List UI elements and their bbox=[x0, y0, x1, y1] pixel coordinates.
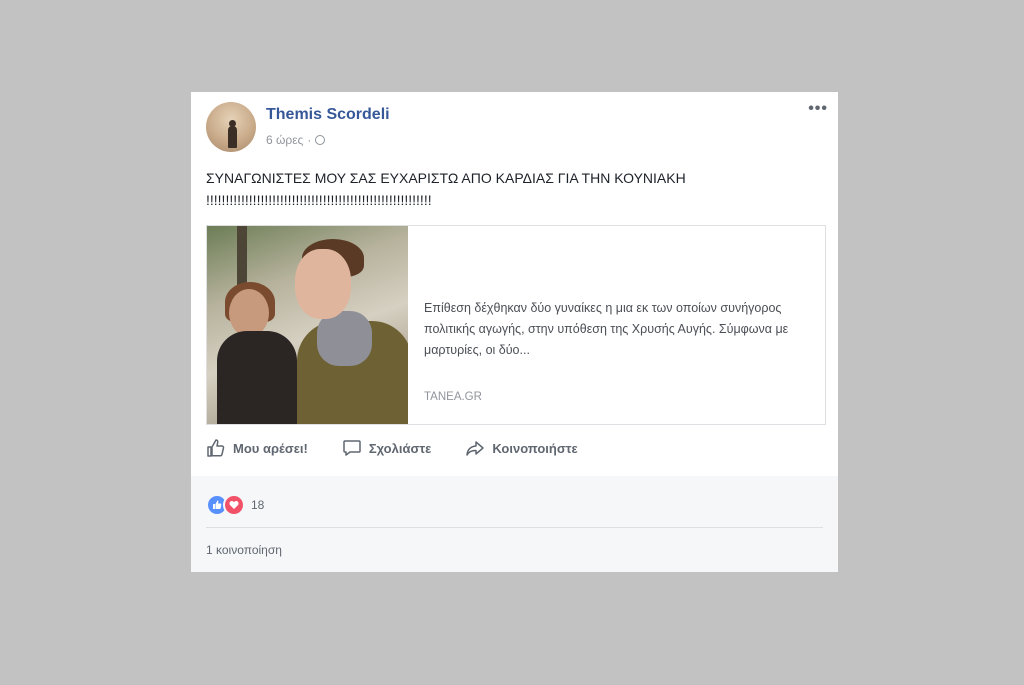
photo-person-1-face bbox=[229, 289, 269, 337]
link-preview[interactable]: Επίθεση δέχθηκαν δύο γυναίκες η μια εκ τ… bbox=[206, 225, 826, 425]
post-footer: 18 1 κοινοποίηση bbox=[191, 476, 838, 572]
thumbs-up-icon bbox=[207, 439, 225, 457]
post-meta: 6 ώρες · bbox=[266, 133, 326, 147]
meta-separator: · bbox=[307, 133, 312, 147]
comment-label: Σχολιάστε bbox=[368, 440, 432, 456]
author-name[interactable]: Themis Scordeli bbox=[266, 106, 390, 124]
post-text: ΣΥΝΑΓΩΝΙΣΤΕΣ ΜΟΥ ΣΑΣ ΕΥΧΑΡΙΣΤΩ ΑΠΟ ΚΑΡΔΙ… bbox=[206, 170, 686, 208]
action-bar: Μου αρέσει! Σχολιάστε Κοινοποιήστε bbox=[206, 438, 578, 458]
share-label: Κοινοποιήστε bbox=[492, 440, 578, 456]
share-arrow-icon bbox=[466, 441, 485, 456]
like-button[interactable]: Μου αρέσει! bbox=[206, 438, 308, 458]
link-domain: TANEA.GR bbox=[424, 391, 482, 403]
globe-icon[interactable] bbox=[315, 135, 326, 145]
reaction-count: 18 bbox=[251, 498, 265, 512]
share-button[interactable]: Κοινοποιήστε bbox=[465, 438, 578, 458]
link-description: Επίθεση δέχθηκαν δύο γυναίκες η μια εκ τ… bbox=[424, 301, 789, 357]
facebook-post: Themis Scordeli 6 ώρες · ••• ΣΥΝΑΓΩΝΙΣΤΕ… bbox=[191, 92, 838, 572]
link-preview-image[interactable] bbox=[207, 226, 408, 424]
comment-button[interactable]: Σχολιάστε bbox=[342, 438, 431, 458]
photo-person-2-face bbox=[295, 249, 351, 319]
avatar[interactable] bbox=[206, 102, 256, 152]
photo-person-1-body bbox=[217, 331, 297, 424]
more-options-button[interactable]: ••• bbox=[808, 100, 828, 118]
comment-icon bbox=[343, 440, 361, 456]
footer-divider bbox=[206, 527, 823, 528]
photo-person-2-scarf bbox=[317, 311, 372, 366]
love-reaction-icon bbox=[223, 494, 245, 516]
share-count[interactable]: 1 κοινοποίηση bbox=[206, 543, 282, 557]
avatar-figure bbox=[228, 126, 237, 148]
like-label: Μου αρέσει! bbox=[233, 440, 308, 456]
post-time[interactable]: 6 ώρες bbox=[266, 133, 303, 147]
reactions-summary[interactable]: 18 bbox=[206, 494, 264, 516]
